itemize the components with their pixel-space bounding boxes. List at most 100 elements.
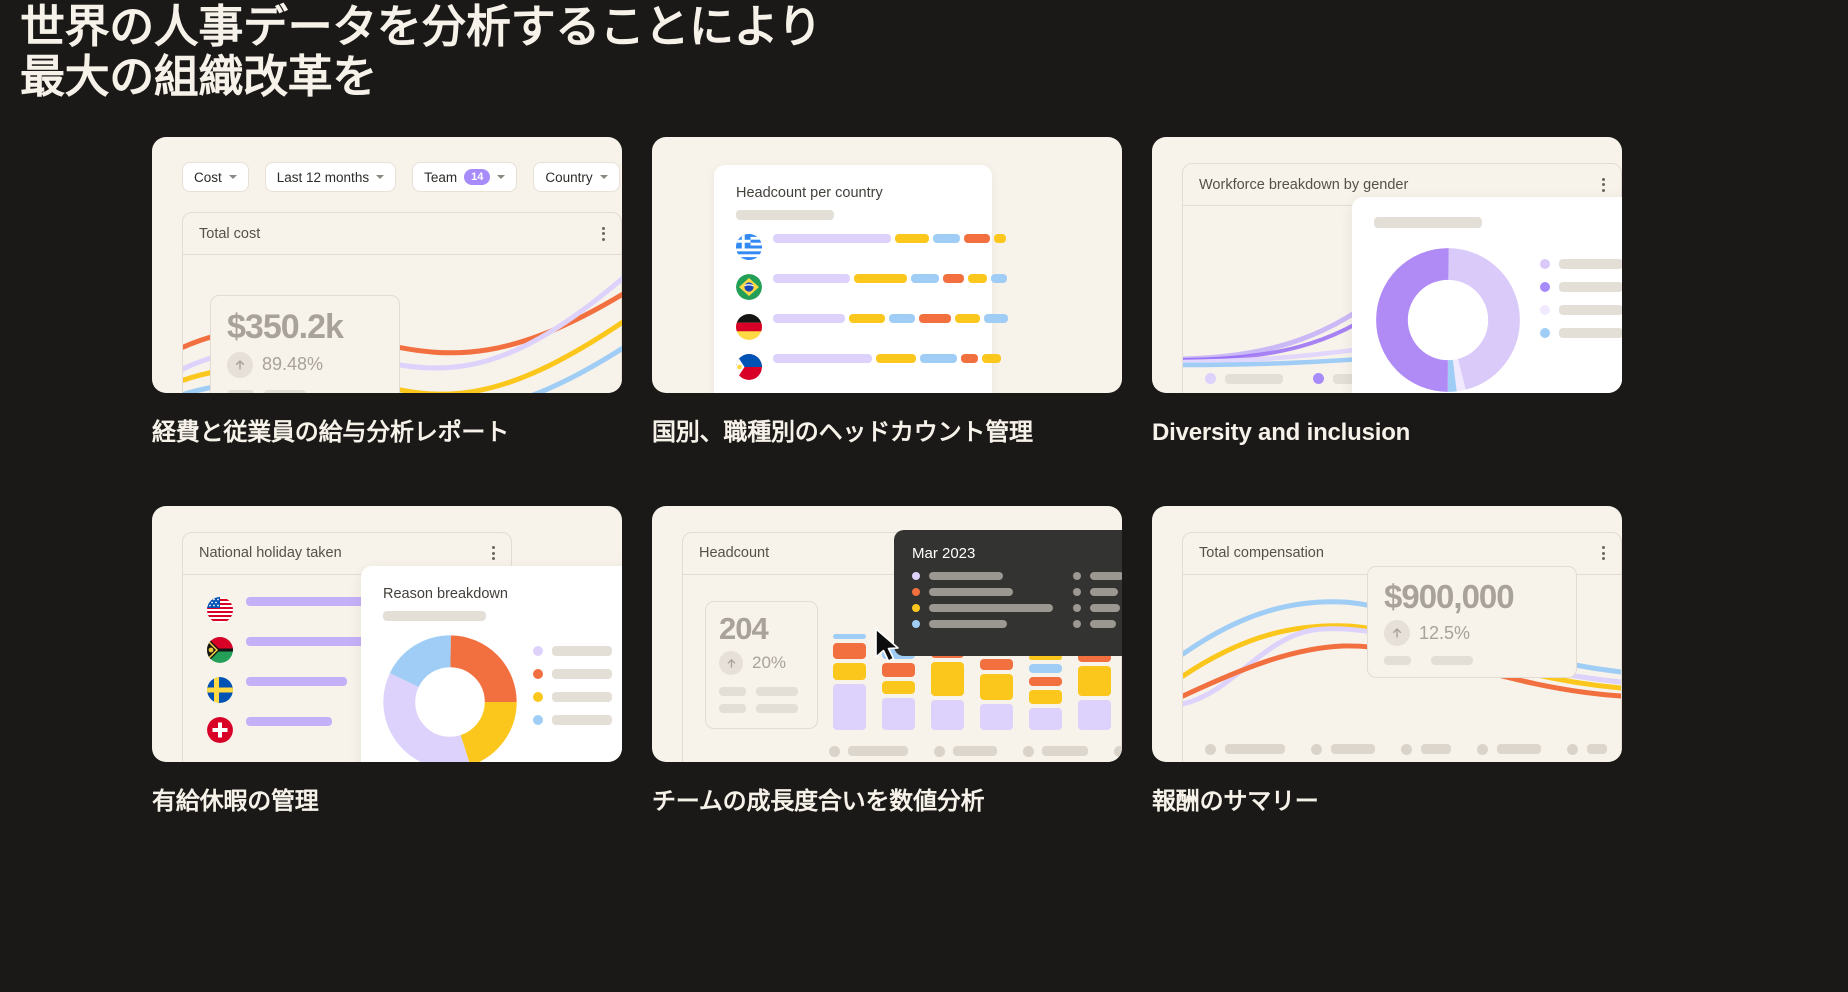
tooltip-row <box>1073 587 1122 596</box>
subtitle-skeleton <box>736 210 834 220</box>
metric-delta-row: 20% <box>719 651 804 676</box>
card-compensation-summary[interactable]: Total compensation $900,000 12.5% 報酬のサマリ… <box>1152 505 1622 817</box>
donut-title-skeleton <box>1374 217 1482 228</box>
segmented-bar <box>773 314 1008 323</box>
axis-tick <box>934 745 997 757</box>
filter-chip-team[interactable]: Team 14 <box>412 162 518 192</box>
chip-label: Team <box>424 169 458 185</box>
arrow-up-icon <box>719 651 743 676</box>
axis-tick <box>1205 743 1285 755</box>
card-row-1: Cost Last 12 months Team 14 Country Tota… <box>152 137 1632 448</box>
reason-breakdown-card: Reason breakdown <box>361 565 622 762</box>
legend-item <box>1205 373 1283 384</box>
panel-title: National holiday taken <box>199 545 342 562</box>
bar-group <box>773 274 1007 283</box>
filter-chip-cost[interactable]: Cost <box>182 162 249 192</box>
total-cost-metric: $350.2k 89.48% <box>210 295 400 393</box>
tooltip-column-right <box>1073 571 1122 628</box>
card-caption: 経費と従業員の給与分析レポート <box>152 419 509 446</box>
bar-column <box>833 633 866 730</box>
total-cost-panel: Total cost $350.2k 89.48% <box>182 212 622 393</box>
more-options-icon[interactable] <box>602 226 605 241</box>
legend-item <box>1540 328 1622 338</box>
card-visual: Total compensation $900,000 12.5% <box>1152 505 1622 762</box>
axis-tick <box>1114 745 1122 757</box>
card-visual: Headcount 204 20% Mar 2023 <box>652 505 1122 762</box>
metric-skeleton-rows <box>719 687 804 714</box>
more-options-icon[interactable] <box>1602 177 1605 192</box>
list-item <box>736 274 1007 300</box>
panel-title: Total compensation <box>1199 545 1324 562</box>
donut-legend <box>1540 217 1622 393</box>
flag-brazil-icon <box>736 274 762 300</box>
tooltip-column-left <box>912 571 1053 628</box>
metric-delta: 20% <box>752 653 787 673</box>
chip-label: Cost <box>194 169 222 185</box>
donut-chart <box>1374 217 1522 393</box>
card-team-growth-analysis[interactable]: Headcount 204 20% Mar 2023 チームの成長度合いを数値分… <box>652 505 1122 817</box>
donut-legend <box>533 586 612 762</box>
segmented-bar <box>773 274 1007 283</box>
card-caption: 国別、職種別のヘッドカウント管理 <box>652 419 1033 446</box>
flag-philippines-icon <box>736 354 762 380</box>
metric-delta: 12.5% <box>1419 622 1471 643</box>
card-grid: Cost Last 12 months Team 14 Country Tota… <box>152 137 1632 817</box>
sheet-title: Headcount per country <box>736 185 883 201</box>
segmented-bar <box>773 234 1006 243</box>
tooltip-row <box>912 587 1053 596</box>
list-item <box>736 314 1008 340</box>
panel-title: Total cost <box>199 225 261 242</box>
more-options-icon[interactable] <box>1602 546 1605 561</box>
flag-usa-icon <box>207 596 233 623</box>
tooltip-row <box>912 603 1053 612</box>
flag-sweden-icon <box>207 676 233 703</box>
legend-item <box>1540 259 1622 269</box>
axis-tick <box>829 745 908 757</box>
card-caption: Diversity and inclusion <box>1152 419 1411 446</box>
card-diversity-and-inclusion[interactable]: Workforce breakdown by gender Diversity … <box>1152 137 1622 448</box>
arrow-up-icon <box>227 351 253 378</box>
card-headcount-per-country[interactable]: Headcount per country 国別、職種別のヘッドカウント管理 <box>652 137 1122 448</box>
flag-greece-icon <box>736 234 762 260</box>
gender-donut-card <box>1352 197 1622 393</box>
metric-skeleton-rows <box>227 389 383 393</box>
tooltip-row <box>912 619 1053 628</box>
bar-column <box>931 644 964 730</box>
bar-column <box>1078 647 1111 730</box>
bar-group <box>773 234 1006 243</box>
axis-tick <box>1401 743 1451 755</box>
legend-item <box>533 714 612 725</box>
card-paid-holiday-management[interactable]: National holiday taken Reason breakdown … <box>152 505 622 817</box>
panel-title: Workforce breakdown by gender <box>1199 176 1409 193</box>
metric-value: 204 <box>719 610 769 646</box>
headcount-metric: 204 20% <box>705 600 818 729</box>
tooltip-body <box>912 571 1122 628</box>
page-root: 世界の人事データを分析することにより 最大の組織改革を Cost Last 12… <box>0 0 1848 992</box>
team-count-badge: 14 <box>464 168 491 186</box>
card-expense-salary-report[interactable]: Cost Last 12 months Team 14 Country Tota… <box>152 137 622 448</box>
card-visual: National holiday taken Reason breakdown <box>152 505 622 762</box>
tooltip-row <box>1073 603 1122 612</box>
legend-item <box>533 668 612 679</box>
chevron-down-icon <box>497 175 506 179</box>
filter-chip-period[interactable]: Last 12 months <box>264 162 397 192</box>
card-visual: Workforce breakdown by gender <box>1152 137 1622 393</box>
filter-chip-country[interactable]: Country <box>533 162 620 192</box>
chip-label: Country <box>545 169 593 185</box>
headcount-sheet: Headcount per country <box>714 165 1008 393</box>
card-row-2: National holiday taken Reason breakdown … <box>152 505 1632 817</box>
axis-tick <box>1311 743 1375 755</box>
legend-item <box>533 691 612 702</box>
metric-delta-row: 12.5% <box>1384 620 1560 647</box>
subtitle-skeleton <box>383 610 486 621</box>
bar-column <box>1029 654 1062 730</box>
flag-germany-icon <box>736 314 762 340</box>
legend-item <box>533 645 612 656</box>
donut-svg <box>1376 248 1520 392</box>
list-item <box>736 354 1001 380</box>
segmented-bar <box>773 354 1001 363</box>
more-options-icon[interactable] <box>492 546 495 561</box>
legend-item <box>1540 282 1622 292</box>
panel-header: Total cost <box>183 213 621 255</box>
bar-group <box>773 354 1001 363</box>
